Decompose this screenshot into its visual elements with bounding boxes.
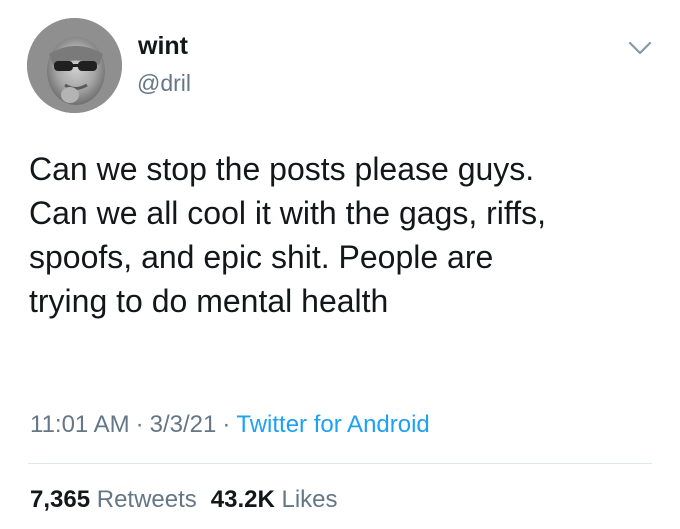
retweets-label: Retweets — [96, 486, 197, 513]
meta-separator: · — [135, 411, 144, 438]
avatar-photo-icon — [27, 18, 122, 113]
tweet-text: Can we stop the posts please guys. Can w… — [29, 147, 659, 323]
tweet-text-line-3: spoofs, and epic shit. People are — [29, 239, 494, 275]
author-name[interactable]: wint — [138, 34, 188, 59]
tweet-date[interactable]: 3/3/21 — [150, 411, 217, 438]
likes-label: Likes — [281, 486, 338, 513]
tweet-source-link[interactable]: Twitter for Android — [236, 411, 429, 438]
avatar[interactable] — [27, 18, 122, 113]
tweet-menu-button[interactable] — [626, 38, 654, 58]
likes-stat[interactable]: 43.2K Likes — [211, 486, 338, 513]
tweet-text-line-4: trying to do mental health — [29, 283, 389, 319]
chevron-down-icon — [628, 41, 652, 55]
tweet-time[interactable]: 11:01 AM — [30, 411, 130, 438]
tweet-stats: 7,365 Retweets 43.2K Likes — [30, 486, 338, 514]
meta-separator: · — [222, 411, 231, 438]
tweet-text-line-2: Can we all cool it with the gags, riffs, — [29, 195, 546, 231]
likes-count: 43.2K — [210, 486, 275, 513]
retweets-stat[interactable]: 7,365 Retweets — [30, 486, 197, 513]
tweet-meta: 11:01 AM · 3/3/21 · Twitter for Android — [30, 411, 430, 439]
tweet-card: wint @dril Can we stop the posts please … — [0, 0, 680, 529]
divider — [28, 463, 652, 464]
tweet-text-line-1: Can we stop the posts please guys. — [29, 151, 535, 187]
author-handle[interactable]: @dril — [137, 72, 191, 95]
retweets-count: 7,365 — [30, 486, 91, 513]
